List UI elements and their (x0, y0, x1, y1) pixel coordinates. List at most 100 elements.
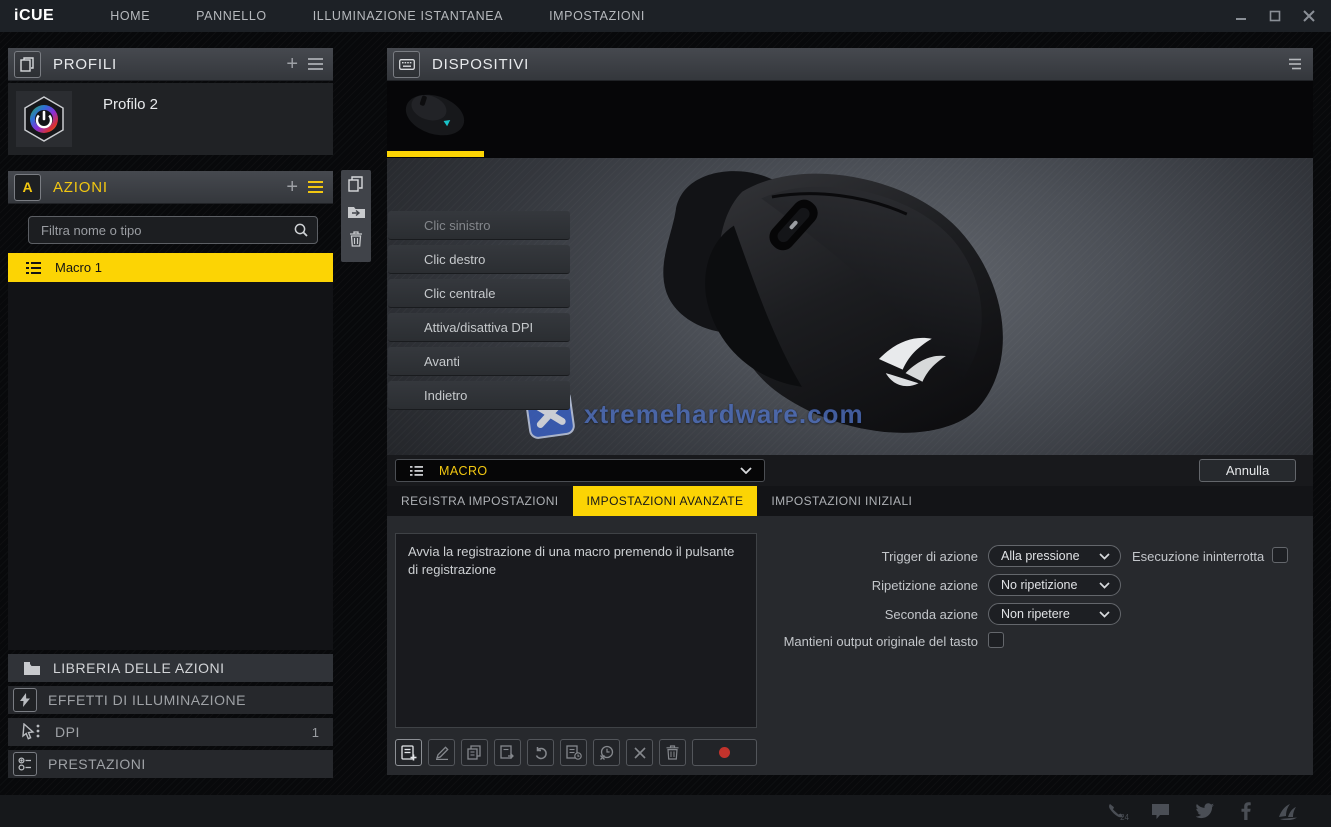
device-menu-icon[interactable] (1287, 58, 1303, 70)
device-tab-mouse[interactable] (387, 88, 484, 150)
copy-button[interactable] (461, 739, 488, 766)
twitter-icon[interactable] (1196, 803, 1215, 819)
sidebar-item-dpi[interactable]: DPI 1 (8, 718, 333, 746)
actions-icon: A (14, 174, 41, 201)
mouse-button-dpi-toggle[interactable]: Attiva/disattiva DPI (388, 313, 570, 342)
azioni-title: AZIONI (53, 179, 108, 196)
mouse-button-avanti[interactable]: Avanti (388, 347, 570, 376)
macro-tabs: REGISTRA IMPOSTAZIONI IMPOSTAZIONI AVANZ… (387, 486, 1313, 516)
chevron-down-icon (1099, 553, 1110, 560)
watermark: xtremehardware.com (522, 386, 864, 442)
keep-output-label: Mantieni output originale del tasto (738, 634, 978, 649)
menu-impostazioni[interactable]: IMPOSTAZIONI (549, 9, 645, 23)
menu-home[interactable]: HOME (110, 9, 150, 23)
menu-illuminazione[interactable]: ILLUMINAZIONE ISTANTANEA (313, 9, 503, 23)
performance-sliders-icon (13, 752, 37, 776)
support-24-icon[interactable]: 24 (1107, 802, 1125, 820)
corsair-icon[interactable] (1277, 803, 1299, 820)
selected-action-type: MACRO (439, 464, 488, 478)
macro-type-icon (410, 466, 423, 476)
paste-button[interactable] (494, 739, 521, 766)
profili-title: PROFILI (53, 56, 117, 73)
uninterrupted-checkbox[interactable] (1272, 547, 1288, 563)
profile-name: Profilo 2 (103, 96, 158, 113)
action-filter[interactable] (28, 216, 318, 244)
trigger-select[interactable]: Alla pressione (988, 545, 1121, 567)
add-event-button[interactable] (395, 739, 422, 766)
repeat-label: Ripetizione azione (788, 578, 978, 593)
dpi-count-badge: 1 (312, 725, 319, 740)
menu-pannello[interactable]: PANNELLO (196, 9, 267, 23)
lightning-icon (13, 688, 37, 712)
watermark-text: xtremehardware.com (584, 399, 864, 430)
chevron-down-icon (740, 467, 752, 474)
devices-keyboard-icon (393, 51, 420, 78)
action-type-select[interactable]: MACRO (395, 459, 765, 482)
bottombar: 24 (0, 795, 1331, 827)
dispositivi-title: DISPOSITIVI (432, 56, 529, 73)
record-button[interactable] (692, 739, 757, 766)
minimize-icon[interactable] (1233, 8, 1249, 24)
trigger-label: Trigger di azione (788, 549, 978, 564)
action-menu-icon[interactable] (308, 178, 323, 196)
repeat-select[interactable]: No ripetizione (988, 574, 1121, 596)
app-logo: iCUE (14, 7, 54, 25)
add-action-icon[interactable]: + (286, 178, 298, 196)
sidebar-item-prestazioni[interactable]: PRESTAZIONI (8, 750, 333, 778)
dispositivi-header: DISPOSITIVI (387, 48, 1313, 81)
titlebar: iCUE HOME PANNELLO ILLUMINAZIONE ISTANTA… (0, 0, 1331, 32)
action-mini-toolbar (341, 170, 371, 262)
active-tab-underline (387, 151, 484, 157)
azioni-header: A AZIONI + (8, 171, 333, 204)
mouse-button-clic-centrale[interactable]: Clic centrale (388, 279, 570, 308)
tab-impostazioni-avanzate[interactable]: IMPOSTAZIONI AVANZATE (573, 486, 758, 516)
profili-header: PROFILI + (8, 48, 333, 81)
chevron-down-icon (1099, 582, 1110, 589)
keep-output-checkbox[interactable] (988, 632, 1004, 648)
move-to-folder-icon[interactable] (348, 205, 365, 218)
mouse-button-clic-destro[interactable]: Clic destro (388, 245, 570, 274)
macro-bar: MACRO Annulla (387, 455, 1313, 486)
action-item-label: Macro 1 (55, 260, 102, 275)
window-controls (1233, 0, 1317, 32)
delete-button[interactable] (659, 739, 686, 766)
action-list-area (8, 282, 333, 650)
trash-icon[interactable] (349, 231, 363, 247)
mouse-button-clic-sinistro[interactable]: Clic sinistro (388, 211, 570, 240)
uninterrupted-label: Esecuzione ininterrotta (1132, 549, 1264, 564)
profile-avatar (16, 91, 72, 147)
macro-list-icon (26, 262, 41, 274)
facebook-icon[interactable] (1241, 802, 1251, 820)
remove-delays-button[interactable] (593, 739, 620, 766)
mouse-button-indietro[interactable]: Indietro (388, 381, 570, 410)
profile-menu-icon[interactable] (308, 55, 323, 73)
maximize-icon[interactable] (1267, 8, 1283, 24)
sidebar-item-libreria[interactable]: LIBRERIA DELLE AZIONI (8, 654, 333, 682)
sidebar-item-effetti[interactable]: EFFETTI DI ILLUMINAZIONE (8, 686, 333, 714)
tab-registra-impostazioni[interactable]: REGISTRA IMPOSTAZIONI (387, 486, 573, 516)
tab-impostazioni-iniziali[interactable]: IMPOSTAZIONI INIZIALI (757, 486, 926, 516)
chat-icon[interactable] (1151, 803, 1170, 820)
profiles-icon (14, 51, 41, 78)
filter-input[interactable] (39, 222, 293, 239)
insert-delay-button[interactable] (560, 739, 587, 766)
add-profile-icon[interactable]: + (286, 55, 298, 73)
device-preview: xtremehardware.com Clic sinistro Clic de… (387, 158, 1313, 455)
macro-editor[interactable]: Avvia la registrazione di una macro prem… (395, 533, 757, 728)
clear-button[interactable] (626, 739, 653, 766)
second-action-select[interactable]: Non ripetere (988, 603, 1121, 625)
edit-button[interactable] (428, 739, 455, 766)
library-folder-icon (24, 662, 40, 675)
device-tabstrip (387, 81, 1313, 158)
duplicate-icon[interactable] (348, 176, 364, 192)
close-icon[interactable] (1301, 8, 1317, 24)
profile-item[interactable]: Profilo 2 (8, 83, 333, 155)
editor-text: Avvia la registrazione di una macro prem… (408, 544, 734, 577)
device-thumbnail (387, 88, 484, 143)
macro-content: Avvia la registrazione di una macro prem… (387, 516, 1313, 775)
record-icon (719, 747, 730, 758)
undo-button[interactable] (527, 739, 554, 766)
cancel-button[interactable]: Annulla (1199, 459, 1296, 482)
action-item-macro1[interactable]: Macro 1 (8, 253, 333, 282)
chevron-down-icon (1099, 611, 1110, 618)
